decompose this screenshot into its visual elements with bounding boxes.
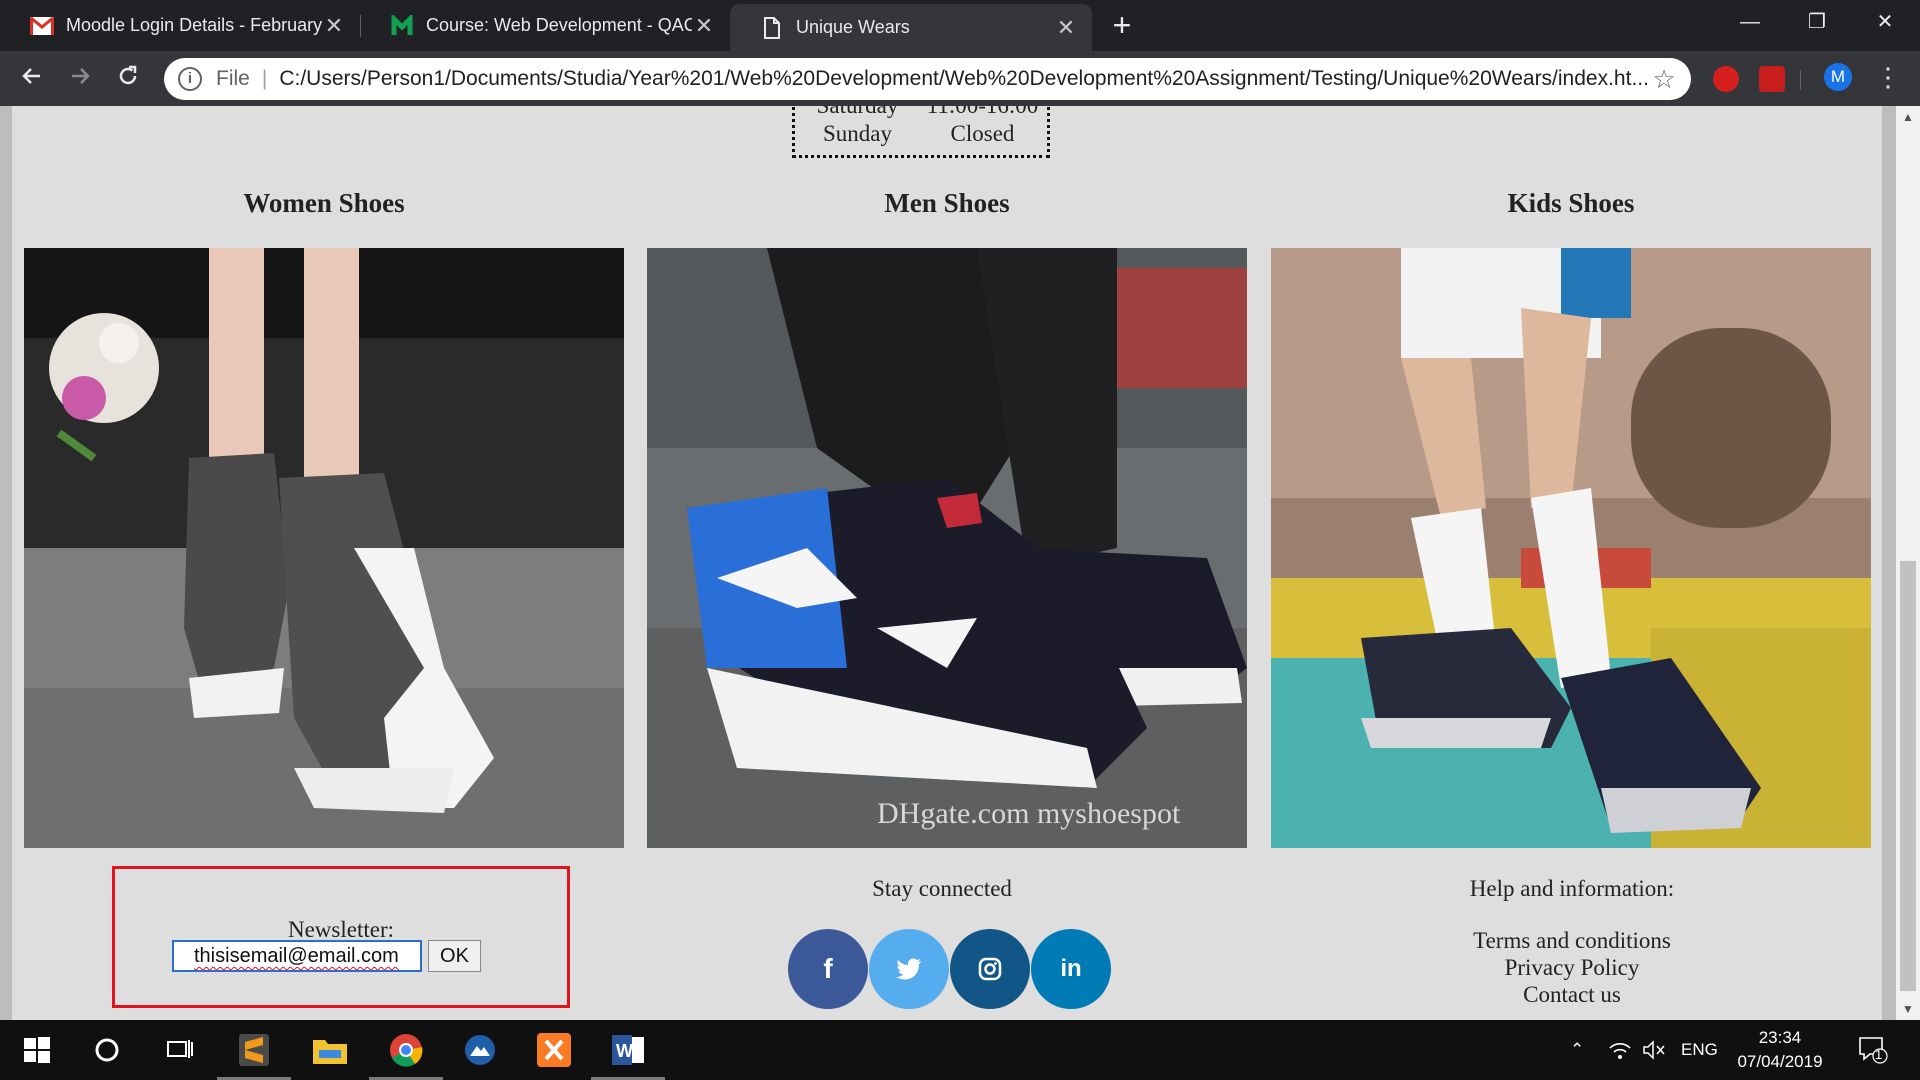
language-indicator[interactable]: ENG	[1681, 1020, 1718, 1080]
xampp-icon[interactable]	[517, 1020, 591, 1080]
gmail-icon	[30, 14, 54, 38]
newsletter-ok-button[interactable]: OK	[428, 940, 481, 972]
men-shoes-title[interactable]: Men Shoes	[647, 188, 1247, 219]
back-arrow-icon	[22, 68, 40, 84]
page-icon	[760, 16, 784, 40]
hours-time: Closed	[950, 121, 1015, 146]
forward-button[interactable]	[60, 59, 100, 99]
kids-shoes-image[interactable]	[1271, 248, 1871, 848]
tab-title: Moodle Login Details - February	[66, 15, 322, 35]
close-tab-icon[interactable]: ✕	[322, 13, 346, 38]
newsletter-highlight: Newsletter: thisisemail@email.com OK	[112, 866, 570, 1008]
clock-time: 23:34	[1758, 1028, 1802, 1047]
windows-taskbar: W ⌃ ENG 23:34 07/04/2019 1	[0, 1020, 1920, 1080]
address-separator: |	[261, 67, 268, 90]
hours-row-saturday: Saturday 11:00-16:00	[795, 106, 1047, 119]
close-window-button[interactable]: ✕	[1850, 0, 1920, 44]
windows-start-icon[interactable]	[0, 1020, 74, 1080]
privacy-policy-link[interactable]: Privacy Policy	[1272, 955, 1872, 981]
show-hidden-icons[interactable]: ⌃	[1570, 1020, 1584, 1080]
women-shoes-image[interactable]	[24, 248, 624, 848]
hours-day: Saturday	[795, 106, 920, 119]
sublime-text-icon[interactable]	[217, 1020, 291, 1080]
facebook-icon[interactable]: f	[788, 929, 868, 1009]
stay-connected-heading: Stay connected	[872, 876, 1012, 901]
close-tab-icon[interactable]: ✕	[692, 13, 716, 38]
info-icon[interactable]: i	[178, 67, 202, 91]
back-button[interactable]	[12, 59, 52, 99]
newsletter-email-input[interactable]: thisisemail@email.com	[172, 940, 422, 972]
bookmark-star-icon[interactable]: ☆	[1649, 64, 1679, 95]
tab-course-web-development[interactable]: Course: Web Development - QAC ✕	[360, 0, 730, 51]
scrollbar-thumb[interactable]	[1900, 561, 1916, 991]
tab-strip: Moodle Login Details - February ✕ Course…	[0, 0, 1920, 51]
tab-unique-wears[interactable]: Unique Wears ✕	[730, 4, 1092, 51]
tab-title: Unique Wears	[796, 17, 910, 37]
chrome-icon[interactable]	[369, 1020, 443, 1080]
task-view-icon[interactable]	[143, 1020, 217, 1080]
file-explorer-icon[interactable]	[293, 1020, 367, 1080]
address-url[interactable]: C:/Users/Person1/Documents/Studia/Year%2…	[279, 67, 1649, 91]
hours-row-sunday: Sunday Closed	[795, 121, 1047, 147]
close-tab-icon[interactable]: ✕	[1054, 15, 1078, 40]
web-page: Saturday 11:00-16:00 Sunday Closed Women…	[12, 106, 1882, 1020]
men-shoes-image[interactable]: DHgate.com myshoespot	[647, 248, 1247, 848]
restore-button[interactable]: ❐	[1782, 0, 1852, 44]
hours-day: Sunday	[823, 121, 892, 146]
adblock-extension-icon[interactable]	[1713, 66, 1739, 92]
linkedin-icon[interactable]: in	[1031, 929, 1111, 1009]
wifi-icon[interactable]	[1608, 1020, 1632, 1080]
scroll-down-icon[interactable]: ▼	[1896, 998, 1920, 1020]
hours-time: 11:00-16:00	[920, 106, 1045, 119]
terms-link[interactable]: Terms and conditions	[1272, 928, 1872, 954]
kids-shoes-title[interactable]: Kids Shoes	[1271, 188, 1871, 219]
scroll-up-icon[interactable]: ▲	[1896, 106, 1920, 128]
contact-us-link[interactable]: Contact us	[1272, 982, 1872, 1008]
newsletter-email-value: thisisemail@email.com	[194, 945, 399, 967]
clock-date: 07/04/2019	[1737, 1052, 1823, 1071]
profile-avatar[interactable]: M	[1824, 63, 1852, 91]
tab-title: Course: Web Development - QAC	[426, 15, 692, 35]
minimize-button[interactable]: —	[1715, 0, 1785, 44]
svg-text:W: W	[616, 1041, 633, 1061]
page-viewport: Saturday 11:00-16:00 Sunday Closed Women…	[0, 106, 1920, 1020]
notification-count: 1	[1875, 1047, 1883, 1062]
volume-muted-icon[interactable]	[1642, 1020, 1666, 1080]
notifications-icon[interactable]: 1	[1858, 1020, 1888, 1080]
new-tab-button[interactable]: +	[1104, 8, 1140, 44]
taskbar-clock[interactable]: 23:34 07/04/2019	[1725, 1026, 1835, 1074]
browser-toolbar: i File | C:/Users/Person1/Documents/Stud…	[0, 51, 1920, 106]
opening-hours-box: Saturday 11:00-16:00 Sunday Closed	[792, 106, 1050, 158]
cortana-search-icon[interactable]	[70, 1020, 144, 1080]
twitter-icon[interactable]	[869, 929, 949, 1009]
app-blue-circle-icon[interactable]	[443, 1020, 517, 1080]
reload-button[interactable]	[108, 59, 148, 99]
dislike-extension-icon[interactable]	[1759, 66, 1785, 92]
address-bar[interactable]: i File | C:/Users/Person1/Documents/Stud…	[164, 58, 1691, 100]
image-watermark: DHgate.com myshoespot	[877, 797, 1181, 830]
address-scheme: File	[216, 67, 250, 90]
moodle-icon	[390, 14, 414, 38]
vertical-scrollbar[interactable]: ▲ ▼	[1896, 106, 1920, 1020]
forward-arrow-icon	[72, 68, 90, 84]
browser-menu-icon[interactable]: ⋮	[1875, 62, 1901, 92]
reload-icon	[119, 65, 137, 85]
tab-moodle-login[interactable]: Moodle Login Details - February ✕	[0, 0, 360, 51]
word-icon[interactable]: W	[591, 1020, 665, 1080]
women-shoes-title[interactable]: Women Shoes	[24, 188, 624, 219]
toolbar-divider	[1800, 70, 1801, 90]
instagram-icon[interactable]	[950, 929, 1030, 1009]
help-heading: Help and information:	[1469, 876, 1675, 901]
